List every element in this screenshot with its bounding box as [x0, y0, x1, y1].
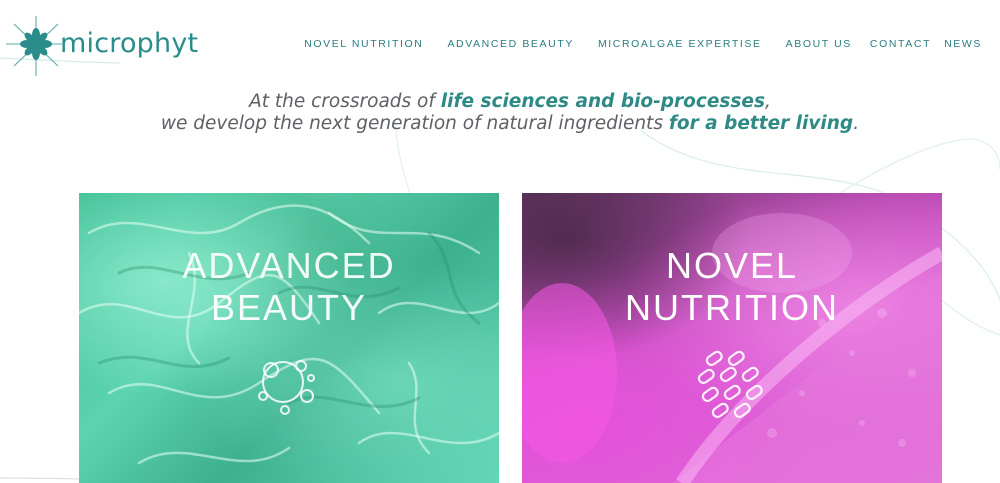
page: microphyt NOVEL NUTRITION ADVANCED BEAUT… [0, 0, 1000, 483]
nav-item-microalgae-expertise[interactable]: MICROALGAE EXPERTISE [598, 38, 762, 50]
cells-icon [697, 350, 763, 419]
novel-nutrition-card[interactable]: NOVEL NUTRITION [522, 193, 942, 483]
logo-text: microphyt [60, 27, 199, 59]
bubbles-icon [258, 360, 315, 415]
tagline-text: . [853, 113, 860, 134]
tagline-text: we develop the next generation of natura… [160, 113, 669, 134]
gel-texture-image [79, 204, 499, 465]
tagline-highlight: for a better living [668, 113, 854, 134]
nav-item-about-us[interactable]: ABOUT US [786, 38, 852, 50]
tagline-line-2: we develop the next generation of natura… [0, 113, 1000, 135]
tagline-text: , [764, 91, 771, 112]
nav-item-novel-nutrition[interactable]: NOVEL NUTRITION [304, 38, 423, 50]
nav-item-news[interactable]: NEWS [944, 38, 982, 50]
novel-nutrition-title: NOVEL NUTRITION [625, 245, 839, 328]
tagline-line-1: At the crossroads of life sciences and b… [0, 91, 1000, 113]
tagline-highlight: life sciences and bio-processes [440, 91, 765, 112]
advanced-beauty-title: ADVANCED BEAUTY [182, 245, 396, 328]
tagline: At the crossroads of life sciences and b… [0, 91, 1000, 135]
logo-link[interactable]: microphyt [6, 14, 198, 78]
nav-item-advanced-beauty[interactable]: ADVANCED BEAUTY [447, 38, 574, 50]
star-burst-logo-icon [6, 16, 62, 76]
tagline-text: At the crossroads of [249, 91, 441, 112]
nav-item-contact[interactable]: CONTACT [870, 38, 931, 50]
main-nav: NOVEL NUTRITION ADVANCED BEAUTY MICROALG… [304, 38, 982, 50]
powder-capsules-image [522, 213, 942, 483]
advanced-beauty-card[interactable]: ADVANCED BEAUTY [79, 193, 499, 483]
